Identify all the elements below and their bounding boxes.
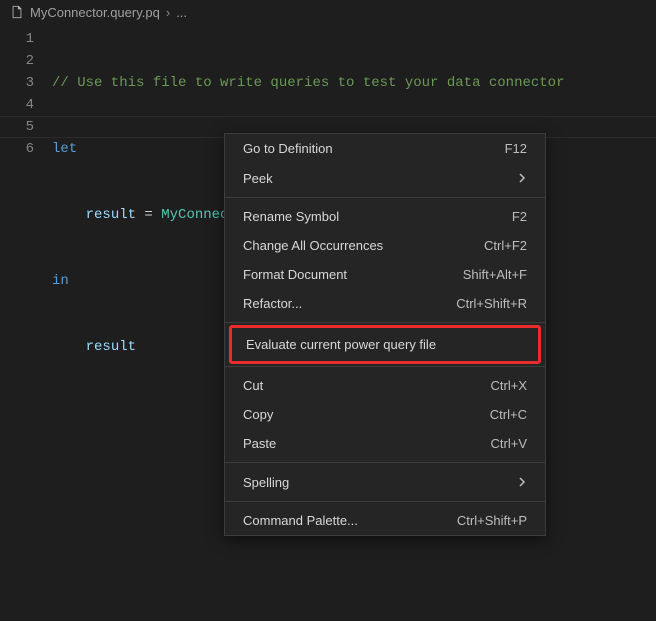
menu-evaluate-power-query[interactable]: Evaluate current power query file <box>232 328 538 361</box>
menu-separator <box>225 197 545 198</box>
keyword-token: let <box>52 141 77 157</box>
menu-item-label: Paste <box>243 436 276 451</box>
menu-item-label: Format Document <box>243 267 347 282</box>
menu-item-shortcut: F12 <box>505 141 527 156</box>
menu-rename-symbol[interactable]: Rename Symbol F2 <box>225 202 545 231</box>
menu-item-label: Spelling <box>243 475 289 490</box>
menu-spelling[interactable]: Spelling <box>225 467 545 497</box>
line-number: 4 <box>0 94 34 116</box>
line-number: 3 <box>0 72 34 94</box>
menu-copy[interactable]: Copy Ctrl+C <box>225 400 545 429</box>
breadcrumb-file[interactable]: MyConnector.query.pq <box>30 5 160 20</box>
file-icon <box>10 5 24 19</box>
menu-peek[interactable]: Peek <box>225 163 545 193</box>
comment-token: // Use this file to write queries to tes… <box>52 75 564 91</box>
menu-item-shortcut: Ctrl+Shift+R <box>456 296 527 311</box>
chevron-right-icon <box>517 170 527 186</box>
menu-cut[interactable]: Cut Ctrl+X <box>225 371 545 400</box>
menu-item-label: Refactor... <box>243 296 302 311</box>
menu-item-label: Cut <box>243 378 263 393</box>
menu-item-label: Go to Definition <box>243 141 333 156</box>
chevron-right-icon: › <box>166 5 170 20</box>
menu-item-shortcut: Ctrl+F2 <box>484 238 527 253</box>
menu-item-shortcut: Ctrl+Shift+P <box>457 513 527 528</box>
menu-item-label: Change All Occurrences <box>243 238 383 253</box>
menu-item-shortcut: Ctrl+C <box>490 407 527 422</box>
identifier-token: result <box>86 339 136 355</box>
keyword-token: in <box>52 273 69 289</box>
context-menu: Go to Definition F12 Peek Rename Symbol … <box>224 133 546 536</box>
menu-item-shortcut: Ctrl+X <box>491 378 527 393</box>
menu-goto-definition[interactable]: Go to Definition F12 <box>225 134 545 163</box>
highlighted-menu-item: Evaluate current power query file <box>229 325 541 364</box>
breadcrumb-tail[interactable]: ... <box>176 5 187 20</box>
menu-item-label: Command Palette... <box>243 513 358 528</box>
menu-format-document[interactable]: Format Document Shift+Alt+F <box>225 260 545 289</box>
line-number: 5 <box>0 116 34 138</box>
menu-separator <box>225 366 545 367</box>
punct-token: = <box>136 207 161 223</box>
menu-refactor[interactable]: Refactor... Ctrl+Shift+R <box>225 289 545 318</box>
line-number: 2 <box>0 50 34 72</box>
menu-item-label: Evaluate current power query file <box>246 337 436 352</box>
line-number: 1 <box>0 28 34 50</box>
chevron-right-icon <box>517 474 527 490</box>
menu-change-all-occurrences[interactable]: Change All Occurrences Ctrl+F2 <box>225 231 545 260</box>
menu-separator <box>225 462 545 463</box>
menu-item-label: Peek <box>243 171 273 186</box>
line-number-gutter: 1 2 3 4 5 6 <box>0 28 52 468</box>
breadcrumb[interactable]: MyConnector.query.pq › ... <box>0 0 656 24</box>
menu-command-palette[interactable]: Command Palette... Ctrl+Shift+P <box>225 506 545 535</box>
identifier-token: result <box>86 207 136 223</box>
menu-item-label: Rename Symbol <box>243 209 339 224</box>
menu-separator <box>225 501 545 502</box>
menu-separator <box>225 322 545 323</box>
menu-item-shortcut: Ctrl+V <box>491 436 527 451</box>
code-line: // Use this file to write queries to tes… <box>52 72 656 94</box>
line-number: 6 <box>0 138 34 160</box>
menu-item-shortcut: Shift+Alt+F <box>463 267 527 282</box>
indent-token <box>52 207 86 223</box>
menu-item-shortcut: F2 <box>512 209 527 224</box>
menu-item-label: Copy <box>243 407 273 422</box>
indent-token <box>52 339 86 355</box>
menu-paste[interactable]: Paste Ctrl+V <box>225 429 545 458</box>
